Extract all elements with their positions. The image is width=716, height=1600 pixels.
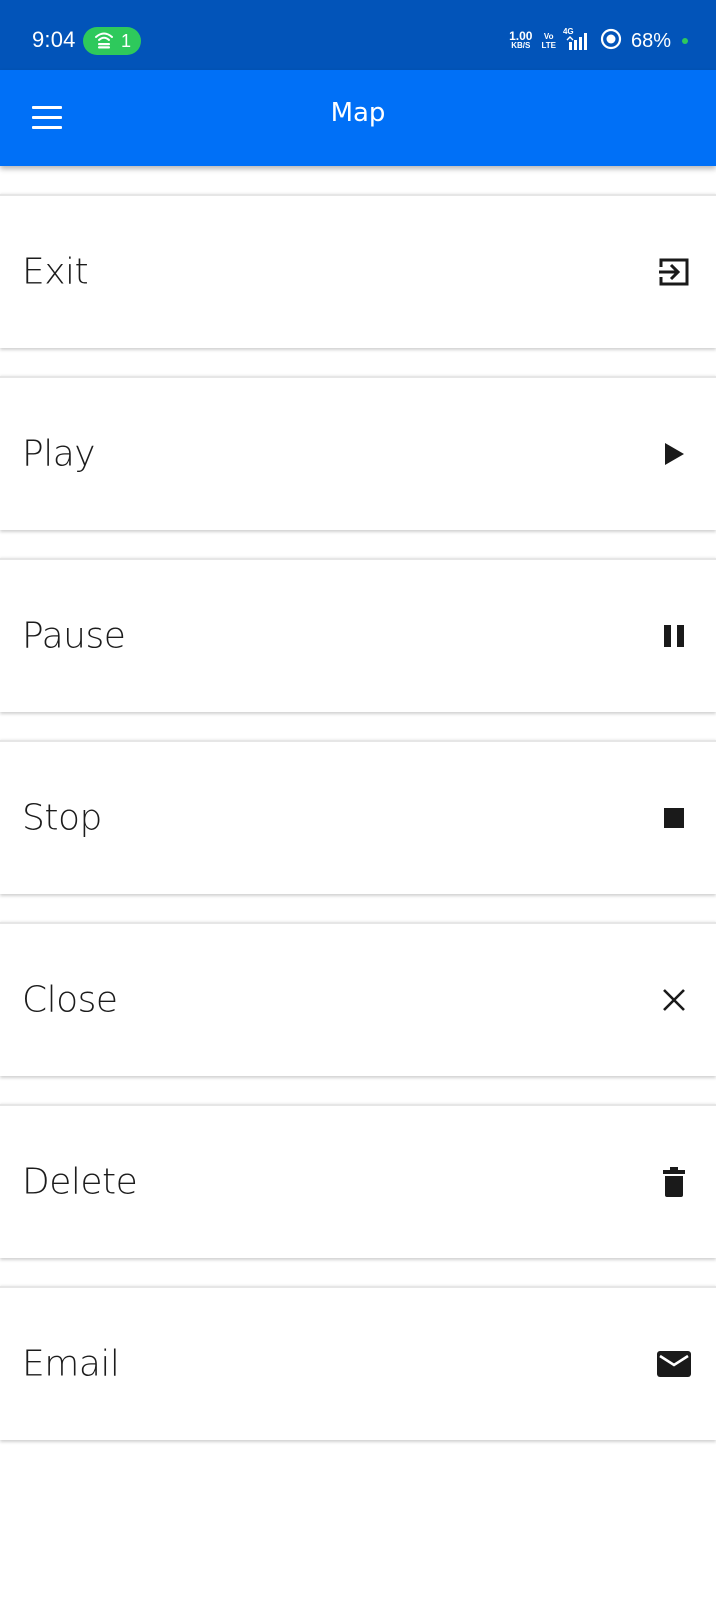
email-icon	[656, 1346, 692, 1382]
list-item-label: Pause	[22, 615, 126, 657]
exit-icon	[656, 254, 692, 290]
network-speed-value: 1.00	[509, 29, 533, 43]
volte-top: Vo	[543, 32, 554, 41]
hotspot-indicator[interactable]: 1	[83, 27, 141, 55]
volte-bottom: LTE	[541, 41, 556, 50]
stop-icon	[656, 800, 692, 836]
hotspot-count: 1	[121, 30, 132, 51]
signal-icon: 4G	[563, 27, 591, 51]
status-bar: 9:04 1 1.00 KB/S Vo LTE 4G 68%	[0, 0, 716, 70]
status-dot-icon	[682, 38, 688, 44]
page-title: Map	[330, 98, 386, 128]
list-item-label: Stop	[22, 797, 102, 839]
list-item-email[interactable]: Email	[0, 1286, 716, 1440]
status-time: 9:04	[32, 27, 76, 52]
app-bar: Map	[0, 70, 716, 166]
battery-percentage: 68%	[630, 29, 671, 52]
list-item-label: Email	[22, 1343, 120, 1385]
list-item-label: Close	[22, 979, 118, 1021]
play-icon	[656, 436, 692, 472]
network-speed: 1.00 KB/S	[509, 29, 533, 51]
list-item-close[interactable]: Close	[0, 922, 716, 1076]
network-speed-unit: KB/S	[511, 41, 531, 50]
list-item-delete[interactable]: Delete	[0, 1104, 716, 1258]
list-item-exit[interactable]: Exit	[0, 194, 716, 348]
network-type: 4G	[562, 27, 574, 36]
pause-icon	[656, 618, 692, 654]
list-item-label: Play	[22, 433, 96, 475]
list-item-stop[interactable]: Stop	[0, 740, 716, 894]
list-item-play[interactable]: Play	[0, 376, 716, 530]
list-item-label: Delete	[22, 1161, 138, 1203]
volte-indicator: Vo LTE	[541, 32, 556, 50]
delete-icon	[656, 1164, 692, 1200]
list-item-pause[interactable]: Pause	[0, 558, 716, 712]
status-icons: 1.00 KB/S Vo LTE 4G 68%	[509, 27, 688, 55]
battery-icon	[600, 28, 622, 55]
hotspot-icon	[93, 29, 115, 54]
list-item-label: Exit	[22, 251, 89, 293]
close-icon	[656, 982, 692, 1018]
